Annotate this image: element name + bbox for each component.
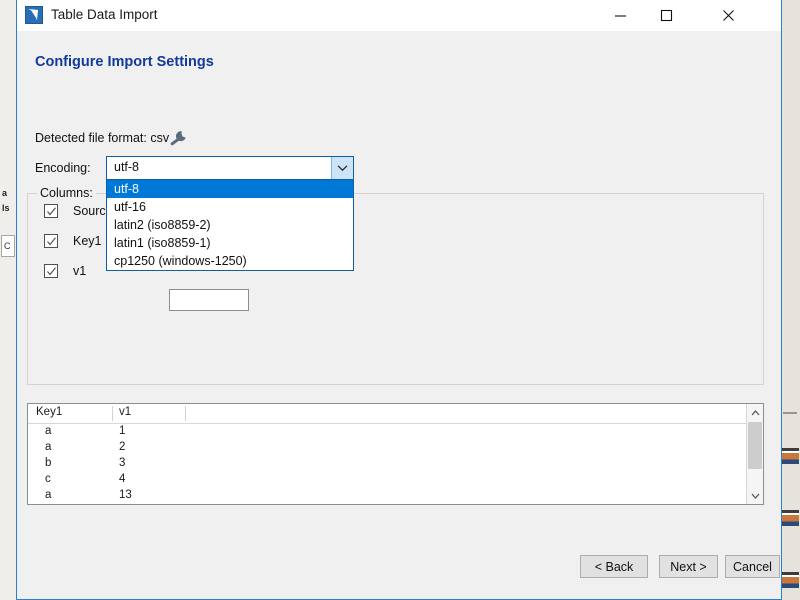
column-item-label: Key1: [73, 234, 102, 248]
background-right-icon-2: [781, 510, 799, 526]
table-cell: c: [45, 473, 51, 485]
table-data-import-dialog: Table Data Import Configure Import Setti…: [16, 0, 782, 600]
table-cell: 2: [119, 441, 126, 453]
encoding-combobox[interactable]: utf-8: [106, 156, 354, 180]
table-header-row: Key1 v1: [28, 404, 763, 424]
detected-format-label: Detected file format: csv: [35, 131, 170, 145]
chevron-down-icon[interactable]: [331, 157, 353, 179]
encoding-combobox-value: utf-8: [114, 160, 140, 174]
table-row[interactable]: b 3: [28, 456, 763, 472]
wrench-icon[interactable]: [167, 129, 189, 149]
table-cell: a: [45, 441, 52, 453]
dropdown-option-utf-8[interactable]: utf-8: [107, 180, 353, 198]
app-icon: [25, 6, 43, 24]
dropdown-option-latin2[interactable]: latin2 (iso8859-2): [107, 216, 353, 234]
table-column-divider[interactable]: [112, 406, 113, 421]
data-preview-table[interactable]: Key1 v1 a 1 a 2 b 3 c 4 a 13: [27, 403, 764, 505]
screen: a ls C Table Data Import Configure Impor…: [0, 0, 800, 600]
table-column-divider[interactable]: [185, 406, 186, 421]
page-title: Configure Import Settings: [35, 54, 214, 70]
table-cell: a: [45, 489, 52, 501]
window-title: Table Data Import: [51, 7, 158, 22]
table-row[interactable]: a 13: [28, 488, 763, 504]
columns-group-legend: Columns:: [37, 186, 96, 200]
caret-down-icon[interactable]: [747, 487, 763, 504]
background-box: C: [1, 235, 15, 257]
cancel-button[interactable]: Cancel: [725, 555, 780, 578]
table-row[interactable]: a 2: [28, 440, 763, 456]
minimize-button[interactable]: [597, 0, 643, 30]
table-cell: b: [45, 457, 52, 469]
dropdown-option-latin1[interactable]: latin1 (iso8859-1): [107, 234, 353, 252]
table-cell: a: [45, 425, 52, 437]
caret-up-icon[interactable]: [747, 404, 763, 421]
table-cell: 13: [119, 489, 132, 501]
column-options-field[interactable]: [169, 289, 249, 311]
maximize-button[interactable]: [643, 0, 689, 30]
table-header-cell-key1[interactable]: Key1: [36, 406, 62, 418]
back-button[interactable]: < Back: [580, 555, 648, 578]
background-right-divider: [783, 412, 797, 414]
background-right-icon-1: [781, 448, 799, 464]
table-cell: 4: [119, 473, 126, 485]
dialog-body: Configure Import Settings Detected file …: [17, 31, 781, 599]
encoding-dropdown-list[interactable]: utf-8 utf-16 latin2 (iso8859-2) latin1 (…: [106, 179, 354, 271]
background-text-fragment-1: a: [2, 188, 8, 198]
preview-vertical-scrollbar[interactable]: [746, 404, 763, 504]
title-bar: Table Data Import: [17, 0, 781, 32]
table-row[interactable]: a 1: [28, 424, 763, 440]
next-button[interactable]: Next >: [659, 555, 718, 578]
encoding-label: Encoding:: [35, 161, 91, 175]
table-cell: 1: [119, 425, 126, 437]
table-cell: 3: [119, 457, 126, 469]
background-window-left: a ls C: [0, 0, 17, 600]
table-header-cell-v1[interactable]: v1: [119, 406, 131, 418]
dropdown-option-cp1250[interactable]: cp1250 (windows-1250): [107, 252, 353, 270]
scrollbar-thumb[interactable]: [748, 422, 762, 469]
background-right-icon-3: [781, 572, 799, 588]
column-item-v1[interactable]: v1: [44, 264, 86, 278]
table-row[interactable]: c 4: [28, 472, 763, 488]
close-button[interactable]: [705, 0, 751, 30]
column-item-key1[interactable]: Key1: [44, 234, 102, 248]
checkbox-checked-icon[interactable]: [44, 204, 58, 218]
checkbox-checked-icon[interactable]: [44, 264, 58, 278]
background-text-fragment-2: ls: [2, 203, 10, 213]
column-item-label: v1: [73, 264, 87, 278]
dropdown-option-utf-16[interactable]: utf-16: [107, 198, 353, 216]
checkbox-checked-icon[interactable]: [44, 234, 58, 248]
